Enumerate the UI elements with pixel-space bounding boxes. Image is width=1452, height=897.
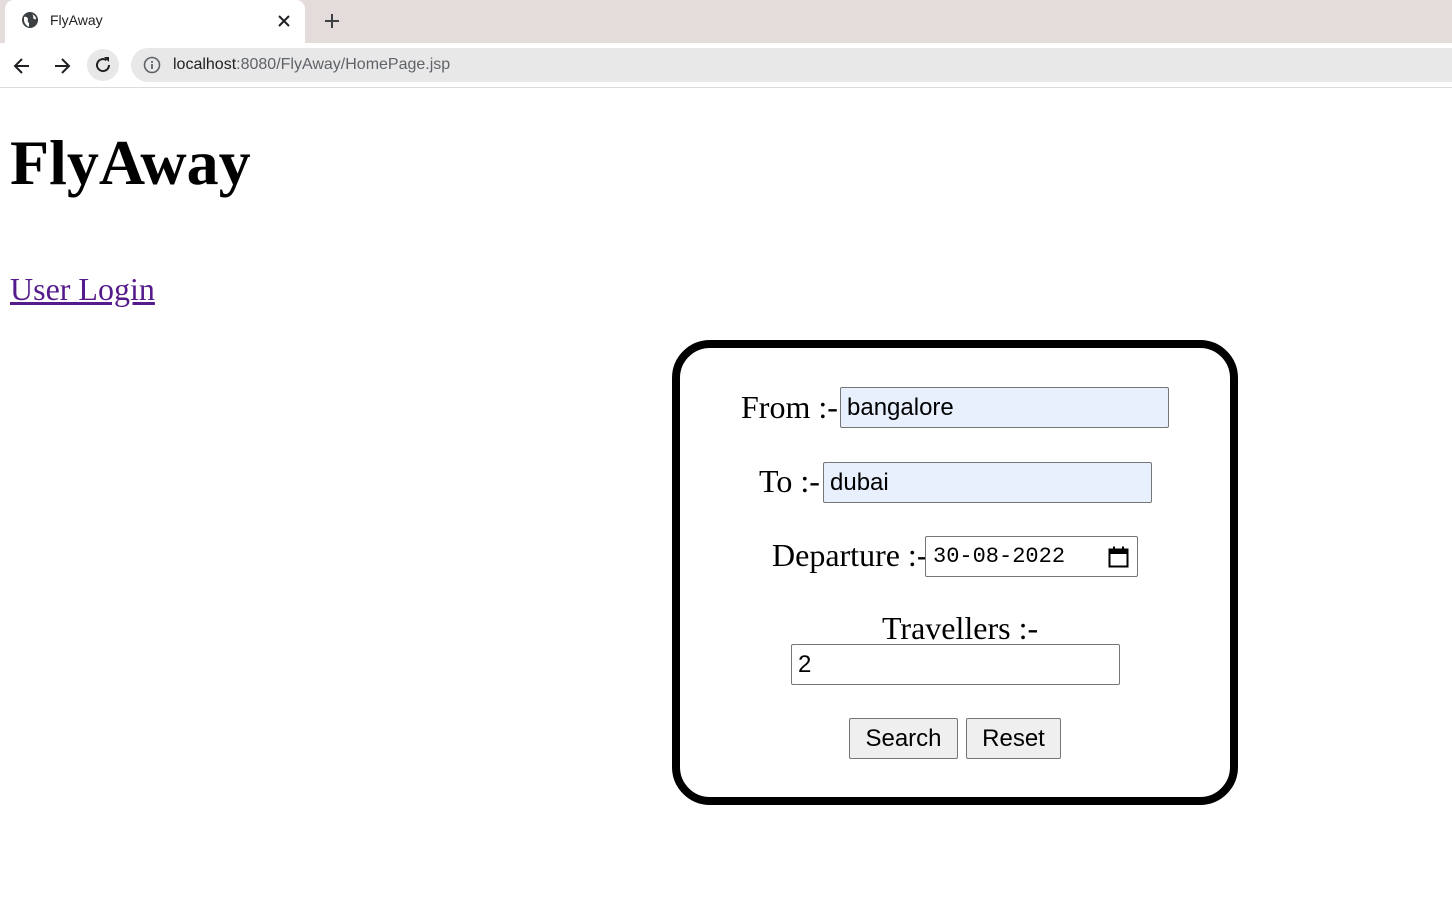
url-path: :8080/FlyAway/HomePage.jsp bbox=[236, 56, 451, 73]
url-host: localhost bbox=[173, 56, 237, 73]
departure-date-value: 30-08-2022 bbox=[933, 544, 1066, 569]
calendar-icon[interactable] bbox=[1108, 546, 1129, 568]
departure-label: Departure :- bbox=[772, 537, 928, 573]
reset-button[interactable]: Reset bbox=[966, 718, 1061, 759]
travellers-input[interactable]: 2 bbox=[791, 644, 1120, 685]
flight-search-form: From :- bangalore To :- dubai Departure … bbox=[672, 340, 1238, 805]
globe-icon bbox=[21, 11, 39, 29]
forward-button[interactable] bbox=[49, 53, 75, 79]
user-login-link[interactable]: User Login bbox=[10, 270, 155, 308]
to-label: To :- bbox=[759, 463, 820, 499]
departure-date-input[interactable]: 30-08-2022 bbox=[925, 536, 1138, 577]
from-input[interactable]: bangalore bbox=[840, 387, 1169, 428]
page-title: FlyAway bbox=[10, 127, 251, 198]
new-tab-icon[interactable] bbox=[322, 11, 342, 31]
reload-icon bbox=[96, 57, 111, 73]
tab-title: FlyAway bbox=[50, 12, 103, 28]
address-bar[interactable]: localhost:8080/FlyAway/HomePage.jsp bbox=[131, 48, 1452, 82]
arrow-left-icon bbox=[13, 58, 29, 74]
browser-tabstrip: FlyAway bbox=[0, 0, 1452, 43]
from-label: From :- bbox=[741, 389, 838, 425]
back-button[interactable] bbox=[9, 53, 35, 79]
browser-toolbar: localhost:8080/FlyAway/HomePage.jsp bbox=[0, 43, 1452, 88]
close-icon[interactable] bbox=[275, 12, 293, 30]
travellers-label: Travellers :- bbox=[882, 610, 1039, 646]
arrow-right-icon bbox=[55, 58, 71, 74]
info-icon[interactable] bbox=[143, 56, 161, 74]
url-text: localhost:8080/FlyAway/HomePage.jsp bbox=[173, 56, 450, 74]
search-button[interactable]: Search bbox=[849, 718, 958, 759]
browser-tab-active[interactable]: FlyAway bbox=[5, 0, 305, 43]
to-input[interactable]: dubai bbox=[823, 462, 1152, 503]
reload-button[interactable] bbox=[87, 49, 119, 81]
